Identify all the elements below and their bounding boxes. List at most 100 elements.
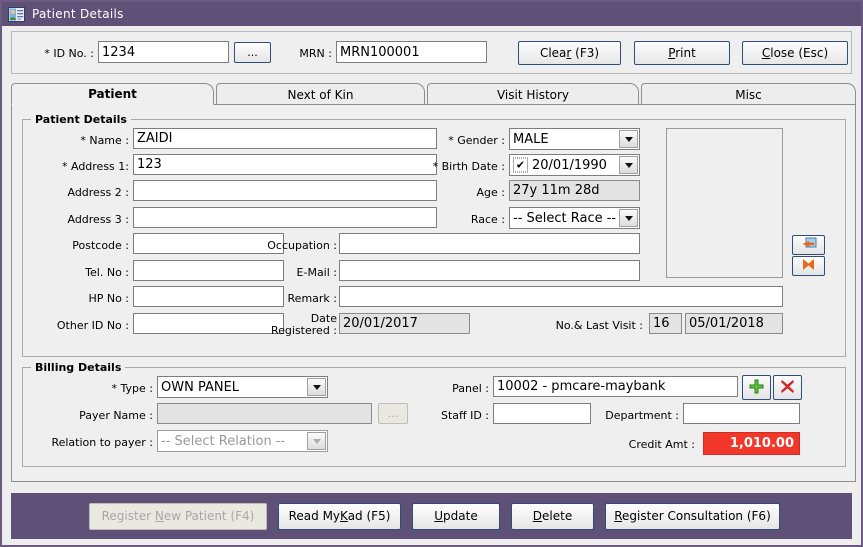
tab-patient[interactable]: Patient bbox=[11, 83, 214, 105]
read-mykad-button[interactable]: Read MyKad (F5) bbox=[278, 502, 401, 530]
chevron-down-icon[interactable] bbox=[619, 209, 638, 227]
date-registered-value: 20/01/2017 bbox=[339, 313, 470, 334]
billing-type-select[interactable]: OWN PANEL bbox=[157, 376, 328, 398]
last-visit-date-value: 05/01/2018 bbox=[685, 313, 783, 334]
hp-no-label: HP No : bbox=[88, 292, 129, 305]
department-input[interactable] bbox=[683, 403, 800, 424]
chevron-down-icon[interactable] bbox=[307, 432, 326, 450]
chevron-down-icon[interactable] bbox=[619, 130, 638, 148]
window-title: Patient Details bbox=[32, 7, 124, 21]
gender-label: * Gender : bbox=[448, 134, 505, 147]
id-no-label: * ID No. : bbox=[44, 47, 94, 60]
relation-to-payer-label: Relation to payer : bbox=[51, 436, 153, 449]
load-photo-icon bbox=[800, 237, 817, 254]
close-button[interactable]: Close (Esc) bbox=[742, 41, 848, 65]
print-button[interactable]: Print bbox=[634, 41, 730, 65]
credit-amt-label: Credit Amt : bbox=[628, 438, 695, 451]
load-photo-button[interactable] bbox=[792, 235, 825, 255]
gender-select-value: MALE bbox=[513, 131, 549, 147]
occupation-input[interactable] bbox=[339, 233, 640, 254]
tab-next-of-kin[interactable]: Next of Kin bbox=[216, 83, 425, 105]
billing-type-label: * Type : bbox=[111, 382, 153, 395]
email-label: E-Mail : bbox=[296, 266, 337, 279]
address1-label: * Address 1: bbox=[61, 160, 129, 173]
window-titlebar: Patient Details bbox=[2, 2, 861, 26]
patient-details-group: Patient Details * Name : ZAIDI * Address… bbox=[22, 113, 846, 357]
birth-date-value: 20/01/1990 bbox=[532, 157, 607, 173]
department-label: Department : bbox=[605, 409, 679, 422]
last-visit-label: No.& Last Visit : bbox=[555, 319, 643, 332]
billing-details-group-title: Billing Details bbox=[31, 361, 126, 374]
payer-name-input bbox=[157, 403, 372, 424]
chevron-down-icon[interactable] bbox=[307, 378, 326, 396]
race-label: Race : bbox=[470, 213, 505, 226]
mrn-input[interactable]: MRN100001 bbox=[336, 41, 487, 63]
race-select-value: -- Select Race -- bbox=[513, 210, 617, 226]
remark-label: Remark : bbox=[287, 292, 337, 305]
age-label: Age : bbox=[476, 186, 505, 199]
address1-input[interactable]: 123 bbox=[133, 154, 437, 175]
tab-misc[interactable]: Misc bbox=[641, 83, 856, 105]
birth-date-label: * Birth Date : bbox=[432, 160, 505, 173]
address3-label: Address 3 : bbox=[67, 213, 129, 226]
name-label: * Name : bbox=[80, 134, 129, 147]
birth-date-checkbox[interactable]: ✔ bbox=[513, 157, 528, 173]
panel-input[interactable]: 10002 - pmcare-maybank bbox=[493, 376, 738, 397]
register-consultation-label: Register Consultation (F6) bbox=[614, 509, 771, 523]
header-panel: * ID No. : 1234 ... MRN : MRN100001 Clea… bbox=[11, 31, 852, 74]
clear-button[interactable]: Clear (F3) bbox=[518, 41, 621, 65]
name-input[interactable]: ZAIDI bbox=[133, 128, 437, 149]
date-registered-label-line2: Registered : bbox=[271, 324, 337, 337]
id-card-person-icon bbox=[8, 6, 25, 22]
patient-details-group-title: Patient Details bbox=[31, 113, 131, 126]
register-new-patient-button: Register New Patient (F4) bbox=[89, 502, 267, 530]
address3-input[interactable] bbox=[133, 207, 437, 228]
footer-action-bar: Register New Patient (F4) Read MyKad (F5… bbox=[11, 493, 852, 539]
panel-label: Panel : bbox=[452, 382, 489, 395]
birth-date-field[interactable]: ✔ 20/01/1990 bbox=[509, 154, 640, 176]
panel-add-button[interactable] bbox=[742, 375, 771, 400]
delete-button[interactable]: Delete bbox=[511, 502, 594, 530]
remove-cross-icon bbox=[780, 379, 795, 397]
id-no-input[interactable]: 1234 bbox=[98, 41, 229, 63]
tel-no-label: Tel. No : bbox=[85, 266, 129, 279]
register-consultation-button[interactable]: Register Consultation (F6) bbox=[605, 502, 780, 530]
billing-details-group: Billing Details * Type : OWN PANEL Payer… bbox=[22, 361, 846, 467]
clear-button-label: Clear (F3) bbox=[539, 46, 600, 60]
visit-count-value: 16 bbox=[649, 313, 682, 334]
read-mykad-label: Read MyKad (F5) bbox=[288, 509, 391, 523]
remark-input[interactable] bbox=[339, 286, 783, 307]
delete-label: Delete bbox=[532, 509, 573, 523]
address2-input[interactable] bbox=[133, 180, 437, 201]
occupation-label: Occupation : bbox=[267, 239, 337, 252]
staff-id-label: Staff ID : bbox=[440, 409, 489, 422]
update-label: Update bbox=[434, 509, 478, 523]
payer-name-browse-button: ... bbox=[378, 403, 408, 424]
chevron-down-icon[interactable] bbox=[619, 156, 638, 174]
patient-photo-placeholder[interactable] bbox=[666, 128, 783, 278]
register-new-patient-label: Register New Patient (F4) bbox=[101, 509, 255, 523]
close-button-label: Close (Esc) bbox=[761, 46, 829, 60]
staff-id-input[interactable] bbox=[493, 403, 591, 424]
age-value: 27y 11m 28d bbox=[509, 180, 640, 201]
relation-to-payer-select[interactable]: -- Select Relation -- bbox=[157, 430, 328, 452]
update-button[interactable]: Update bbox=[412, 502, 500, 530]
tab-body-patient: Patient Details * Name : ZAIDI * Address… bbox=[11, 104, 856, 482]
billing-type-value: OWN PANEL bbox=[161, 379, 240, 395]
race-select[interactable]: -- Select Race -- bbox=[509, 207, 640, 229]
patient-details-window: Patient Details * ID No. : 1234 ... MRN … bbox=[0, 0, 863, 547]
email-input[interactable] bbox=[339, 260, 640, 281]
clear-photo-button[interactable] bbox=[792, 256, 825, 276]
mrn-label: MRN : bbox=[299, 47, 332, 60]
tab-visit-history[interactable]: Visit History bbox=[427, 83, 639, 105]
payer-name-label: Payer Name : bbox=[79, 409, 153, 422]
clear-photo-icon bbox=[801, 258, 816, 274]
id-no-browse-button[interactable]: ... bbox=[234, 42, 271, 63]
add-plus-icon bbox=[749, 379, 764, 397]
panel-remove-button[interactable] bbox=[773, 375, 802, 400]
postcode-label: Postcode : bbox=[72, 239, 129, 252]
print-button-label: Print bbox=[668, 46, 696, 60]
relation-to-payer-value: -- Select Relation -- bbox=[161, 433, 286, 449]
other-id-no-label: Other ID No : bbox=[56, 319, 129, 332]
gender-select[interactable]: MALE bbox=[509, 128, 640, 150]
